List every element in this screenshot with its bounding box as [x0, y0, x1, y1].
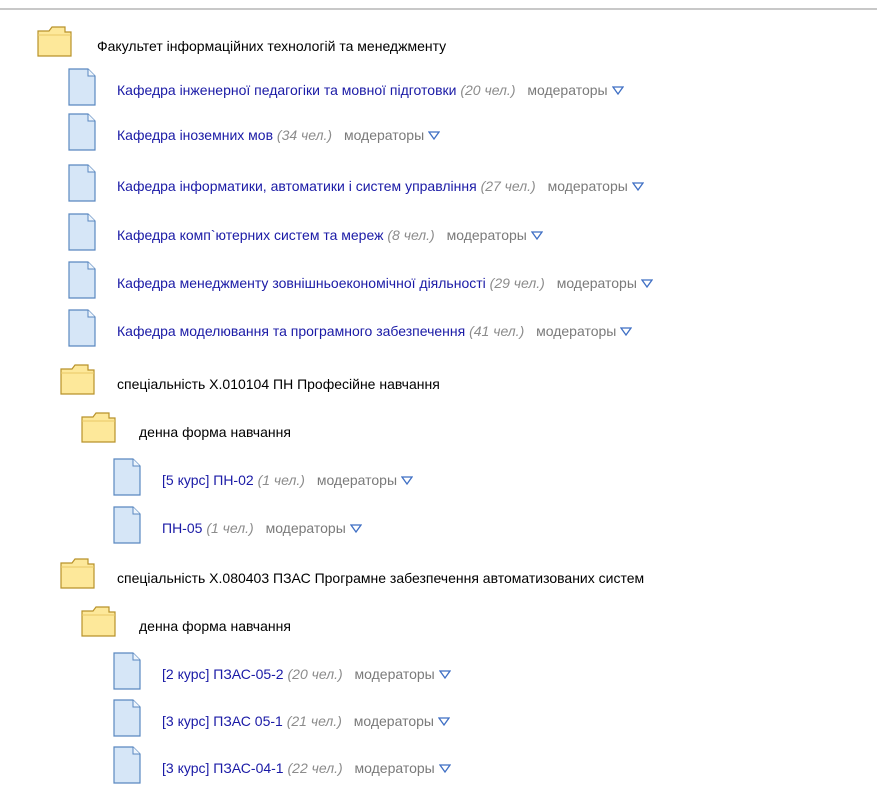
moderators-dropdown[interactable]: модераторы [536, 323, 633, 339]
moderators-dropdown[interactable]: модераторы [344, 127, 441, 143]
member-count: (1 чел.) [206, 520, 254, 536]
moderators-dropdown[interactable]: модераторы [355, 666, 451, 682]
tree-row-study-form: денна форма навчання [0, 409, 877, 457]
tree-row-specialty: спеціальність Х.080403 ПЗАС Програмне за… [0, 555, 877, 603]
triangle-down-icon [438, 764, 451, 773]
member-count: (41 чел.) [469, 323, 525, 339]
document-icon [112, 505, 142, 548]
tree-row-department: Кафедра комп`ютерних систем та мереж (8 … [0, 212, 877, 260]
member-count: (34 чел.) [276, 127, 333, 143]
document-icon [112, 698, 142, 741]
document-icon [67, 260, 97, 303]
moderators-dropdown[interactable]: модераторы [266, 520, 362, 536]
faculty-tree: Факультет інформаційних технологій та ме… [0, 0, 877, 791]
folder-icon [80, 603, 118, 642]
faculty-label[interactable]: Факультет інформаційних технологій та ме… [97, 37, 446, 55]
moderators-dropdown[interactable]: модераторы [557, 275, 653, 291]
tree-row-specialty: спеціальність Х.010104 ПН Професійне нав… [0, 361, 877, 409]
group-link[interactable]: ПН-05 [162, 520, 202, 536]
tree-row-department: Кафедра інформатики, автоматики і систем… [0, 163, 877, 211]
document-icon [67, 67, 97, 110]
moderators-dropdown[interactable]: модераторы [317, 472, 414, 488]
tree-row-department: Кафедра інженерної педагогіки та мовної … [0, 67, 877, 115]
specialty-label[interactable]: спеціальність Х.080403 ПЗАС Програмне за… [117, 569, 644, 587]
member-count: (22 чел.) [287, 760, 343, 776]
department-link[interactable]: Кафедра моделювання та програмного забез… [117, 323, 465, 339]
tree-row-group: [3 курс] ПЗАС 05-1 (21 чел.) модераторы [0, 698, 877, 746]
moderators-dropdown[interactable]: модераторы [548, 178, 644, 194]
study-form-label[interactable]: денна форма навчання [139, 423, 291, 441]
triangle-down-icon [438, 670, 451, 679]
document-icon [67, 308, 97, 351]
moderators-dropdown[interactable]: модераторы [355, 760, 451, 776]
folder-icon [59, 361, 97, 400]
department-link[interactable]: Кафедра комп`ютерних систем та мереж [117, 227, 383, 243]
document-icon [112, 745, 142, 788]
triangle-down-icon [640, 279, 653, 288]
study-form-label[interactable]: денна форма навчання [139, 617, 291, 635]
member-count: (21 чел.) [286, 713, 342, 729]
department-link[interactable]: Кафедра інженерної педагогіки та мовної … [117, 82, 456, 98]
folder-icon [80, 409, 118, 448]
document-icon [67, 112, 97, 155]
triangle-down-icon [349, 524, 362, 533]
tree-row-department: Кафедра моделювання та програмного забез… [0, 308, 877, 356]
tree-row-faculty: Факультет інформаційних технологій та ме… [0, 23, 877, 71]
tree-row-group: [3 курс] ПЗАС-04-1 (22 чел.) модераторы [0, 745, 877, 793]
moderators-dropdown[interactable]: модераторы [447, 227, 543, 243]
document-icon [67, 163, 97, 206]
triangle-down-icon [530, 231, 543, 240]
triangle-down-icon [631, 182, 644, 191]
triangle-down-icon [428, 131, 441, 140]
triangle-down-icon [620, 327, 633, 336]
group-link[interactable]: [3 курс] ПЗАС 05-1 [162, 713, 283, 729]
department-link[interactable]: Кафедра іноземних мов [117, 127, 273, 143]
triangle-down-icon [401, 476, 414, 485]
group-link[interactable]: [5 курс] ПН-02 [162, 472, 254, 488]
tree-row-department: Кафедра іноземних мов (34 чел.) модерато… [0, 112, 877, 160]
member-count: (1 чел.) [257, 472, 305, 488]
folder-icon [59, 555, 97, 594]
tree-row-group: [2 курс] ПЗАС-05-2 (20 чел.) модераторы [0, 651, 877, 699]
group-link[interactable]: [3 курс] ПЗАС-04-1 [162, 760, 284, 776]
triangle-down-icon [437, 717, 450, 726]
triangle-down-icon [611, 86, 624, 95]
department-link[interactable]: Кафедра менеджменту зовнішньоекономічної… [117, 275, 486, 291]
specialty-label[interactable]: спеціальність Х.010104 ПН Професійне нав… [117, 375, 440, 393]
department-link[interactable]: Кафедра інформатики, автоматики і систем… [117, 178, 477, 194]
document-icon [112, 651, 142, 694]
member-count: (29 чел.) [489, 275, 545, 291]
group-link[interactable]: [2 курс] ПЗАС-05-2 [162, 666, 284, 682]
moderators-dropdown[interactable]: модераторы [354, 713, 450, 729]
tree-row-department: Кафедра менеджменту зовнішньоекономічної… [0, 260, 877, 308]
member-count: (27 чел.) [480, 178, 536, 194]
moderators-dropdown[interactable]: модераторы [527, 82, 624, 98]
folder-icon [36, 23, 74, 62]
tree-row-group: [5 курс] ПН-02 (1 чел.) модераторы [0, 457, 877, 505]
member-count: (20 чел.) [287, 666, 343, 682]
member-count: (8 чел.) [387, 227, 435, 243]
document-icon [67, 212, 97, 255]
tree-row-group: ПН-05 (1 чел.) модераторы [0, 505, 877, 553]
document-icon [112, 457, 142, 500]
member-count: (20 чел.) [460, 82, 516, 98]
tree-row-study-form: денна форма навчання [0, 603, 877, 651]
